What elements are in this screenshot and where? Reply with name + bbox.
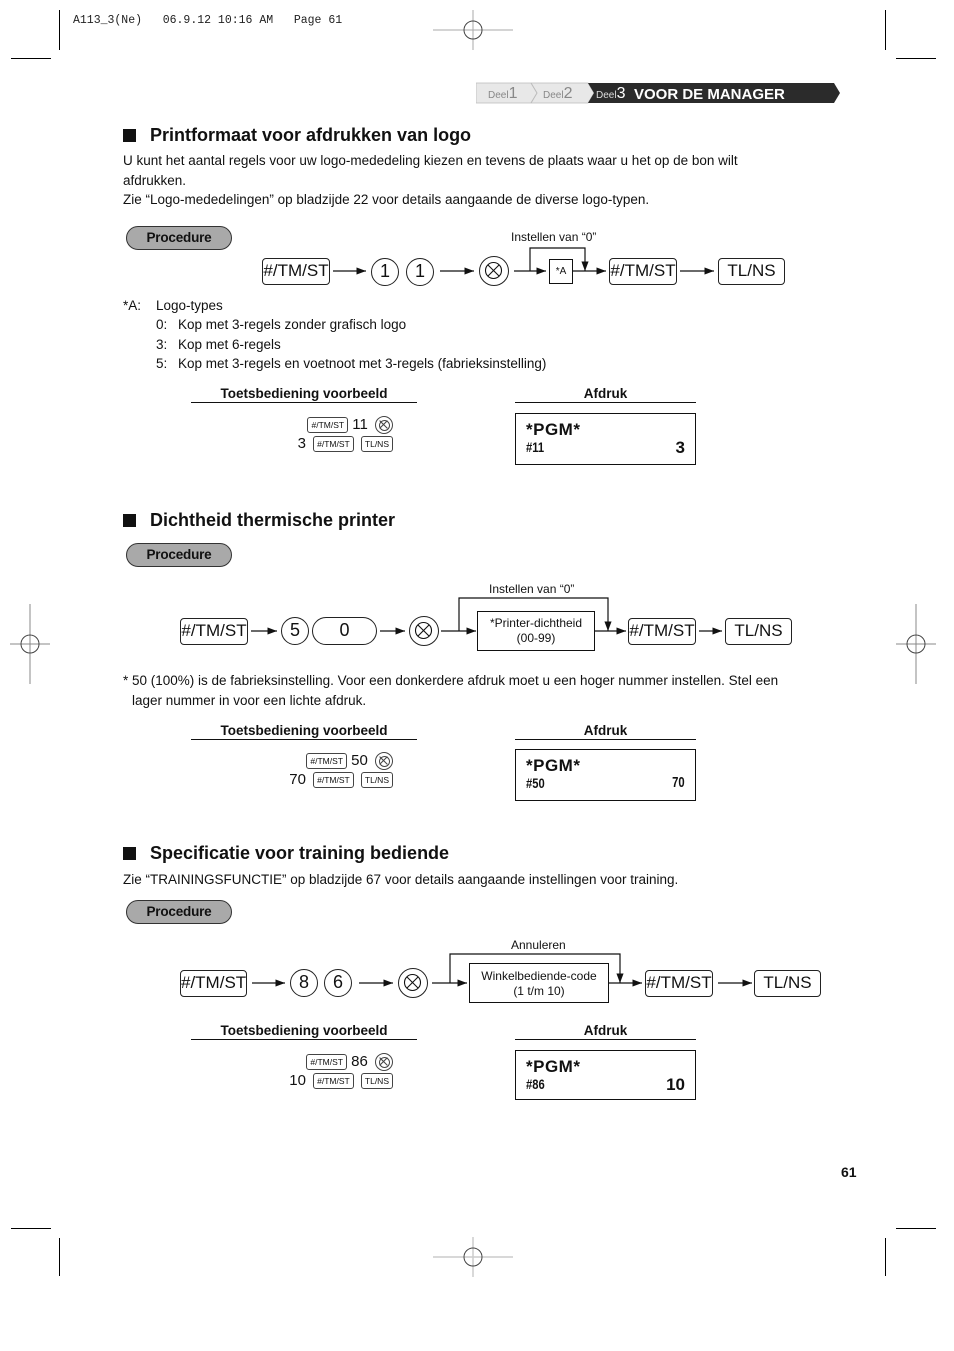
receipt-printout: *PGM* #86 10 bbox=[515, 1050, 696, 1100]
key-tm-st[interactable]: #/TM/ST bbox=[645, 970, 713, 997]
circled-x-icon bbox=[375, 752, 393, 771]
bullet-square-icon bbox=[123, 847, 136, 860]
logo-type-input-box: *A bbox=[549, 259, 573, 284]
key-digit-0[interactable]: 0 bbox=[312, 617, 377, 645]
key-tm-st[interactable]: #/TM/ST bbox=[180, 618, 248, 645]
section-intro: U kunt het aantal regels voor uw logo-me… bbox=[123, 153, 738, 207]
key-digit-6[interactable]: 6 bbox=[324, 969, 352, 997]
registration-mark-icon bbox=[433, 10, 513, 50]
mini-key-tm-st: #/TM/ST bbox=[313, 436, 354, 453]
mini-key-tm-st: #/TM/ST bbox=[313, 1073, 354, 1090]
mini-key-tm-st: #/TM/ST bbox=[313, 772, 354, 789]
section-title-printer-density: Dichtheid thermische printer bbox=[123, 510, 395, 531]
receipt-title: *PGM* bbox=[526, 756, 581, 775]
key-example-heading: Toetsbediening voorbeeld bbox=[191, 1023, 417, 1040]
page-number: 61 bbox=[841, 1164, 857, 1180]
key-digit-1[interactable]: 1 bbox=[371, 258, 399, 286]
receipt-code: #50 bbox=[526, 775, 545, 791]
receipt-value: 3 bbox=[675, 438, 685, 457]
registration-mark-icon bbox=[433, 1237, 513, 1277]
key-tm-st[interactable]: #/TM/ST bbox=[628, 618, 696, 645]
key-tm-st[interactable]: #/TM/ST bbox=[609, 258, 677, 285]
mini-key-tm-st: #/TM/ST bbox=[307, 417, 349, 434]
key-tm-st[interactable]: #/TM/ST bbox=[180, 970, 247, 997]
receipt-printout: *PGM* #50 70 bbox=[515, 749, 696, 801]
receipt-printout: *PGM* #11 3 bbox=[515, 413, 696, 465]
breadcrumb-item-2[interactable]: Deel2 bbox=[543, 85, 572, 103]
receipt-code: #86 bbox=[526, 1076, 545, 1092]
key-example: #/TM/ST 50 70 #/TM/ST TL/NS bbox=[191, 751, 393, 789]
mini-key-tl-ns: TL/NS bbox=[360, 436, 393, 453]
crop-mark bbox=[896, 1228, 936, 1229]
key-example-heading: Toetsbediening voorbeeld bbox=[191, 723, 417, 740]
breadcrumb-current-title: VOOR DE MANAGER bbox=[634, 86, 785, 103]
circled-x-icon bbox=[484, 261, 503, 280]
circled-x-icon bbox=[375, 1053, 393, 1072]
key-multiply-x[interactable] bbox=[479, 256, 509, 286]
breadcrumb-item-3[interactable]: Deel3 bbox=[596, 85, 625, 103]
print-example-heading: Afdruk bbox=[515, 723, 696, 740]
procedure-badge: Procedure bbox=[126, 900, 232, 924]
section-intro: Zie “TRAININGSFUNCTIE” op bladzijde 67 v… bbox=[123, 872, 679, 887]
print-example-heading: Afdruk bbox=[515, 1023, 696, 1040]
key-example-heading: Toetsbediening voorbeeld bbox=[191, 386, 417, 403]
key-digit-1[interactable]: 1 bbox=[406, 258, 434, 286]
section-title-training-clerk: Specificatie voor training bediende bbox=[123, 843, 449, 864]
mini-key-tl-ns: TL/NS bbox=[360, 1073, 393, 1090]
list-item: 0: Kop met 3-regels zonder grafisch logo bbox=[156, 317, 407, 333]
bullet-square-icon bbox=[123, 129, 136, 142]
bypass-label: Instellen van “0” bbox=[489, 582, 575, 596]
clerk-code-input-box: Winkelbediende-code (1 t/m 10) bbox=[469, 963, 609, 1003]
list-item: 3: Kop met 6-regels bbox=[156, 336, 281, 352]
crop-mark bbox=[896, 58, 936, 59]
breadcrumb-item-1[interactable]: Deel1 bbox=[488, 85, 517, 103]
key-multiply-x[interactable] bbox=[409, 616, 439, 646]
key-multiply-x[interactable] bbox=[398, 968, 428, 998]
mini-key-tm-st: #/TM/ST bbox=[306, 753, 347, 770]
crop-mark bbox=[11, 58, 51, 59]
bullet-square-icon bbox=[123, 514, 136, 527]
key-tl-ns[interactable]: TL/NS bbox=[754, 970, 821, 997]
bypass-label: Annuleren bbox=[511, 938, 566, 952]
crop-mark bbox=[59, 1238, 60, 1276]
key-tl-ns[interactable]: TL/NS bbox=[725, 618, 792, 645]
procedure-badge: Procedure bbox=[126, 543, 232, 567]
key-example: #/TM/ST 11 3 #/TM/ST TL/NS bbox=[191, 415, 393, 453]
key-example: #/TM/ST 86 10 #/TM/ST TL/NS bbox=[191, 1052, 393, 1090]
circled-x-icon bbox=[403, 973, 422, 992]
crop-mark bbox=[59, 10, 60, 50]
breadcrumb: Deel1 Deel2 Deel3 VOOR DE MANAGER bbox=[476, 82, 840, 104]
flow-arrows bbox=[333, 247, 714, 275]
print-job-meta: A113_3(Ne) 06.9.12 10:16 AM Page 61 bbox=[73, 14, 343, 27]
printer-density-input-box: *Printer-dichtheid (00-99) bbox=[477, 611, 595, 651]
circled-x-icon bbox=[375, 416, 393, 435]
key-tl-ns[interactable]: TL/NS bbox=[718, 258, 785, 285]
logo-types-list: *A: Logo-types 0: Kop met 3-regels zonder … bbox=[123, 296, 546, 373]
receipt-code: #11 bbox=[526, 439, 545, 455]
bypass-label: Instellen van “0” bbox=[511, 230, 597, 244]
receipt-title: *PGM* bbox=[526, 1057, 581, 1076]
mini-key-tl-ns: TL/NS bbox=[360, 772, 393, 789]
circled-x-icon bbox=[414, 621, 433, 640]
receipt-title: *PGM* bbox=[526, 420, 581, 439]
mini-key-tm-st: #/TM/ST bbox=[306, 1054, 347, 1071]
section-title-logo: Printformaat voor afdrukken van logo bbox=[123, 125, 471, 146]
key-digit-8[interactable]: 8 bbox=[290, 969, 318, 997]
receipt-value: 70 bbox=[672, 774, 685, 791]
key-digit-5[interactable]: 5 bbox=[281, 617, 309, 645]
crop-mark bbox=[885, 10, 886, 50]
crop-mark bbox=[11, 1228, 51, 1229]
crop-mark bbox=[885, 1238, 886, 1276]
density-footnote: * 50 (100%) is de fabrieksinstelling. Vo… bbox=[123, 673, 779, 708]
key-tm-st[interactable]: #/TM/ST bbox=[262, 258, 330, 285]
print-example-heading: Afdruk bbox=[515, 386, 696, 403]
list-item: 5: Kop met 3-regels en voetnoot met 3-reg… bbox=[156, 355, 547, 371]
receipt-value: 10 bbox=[666, 1075, 685, 1094]
